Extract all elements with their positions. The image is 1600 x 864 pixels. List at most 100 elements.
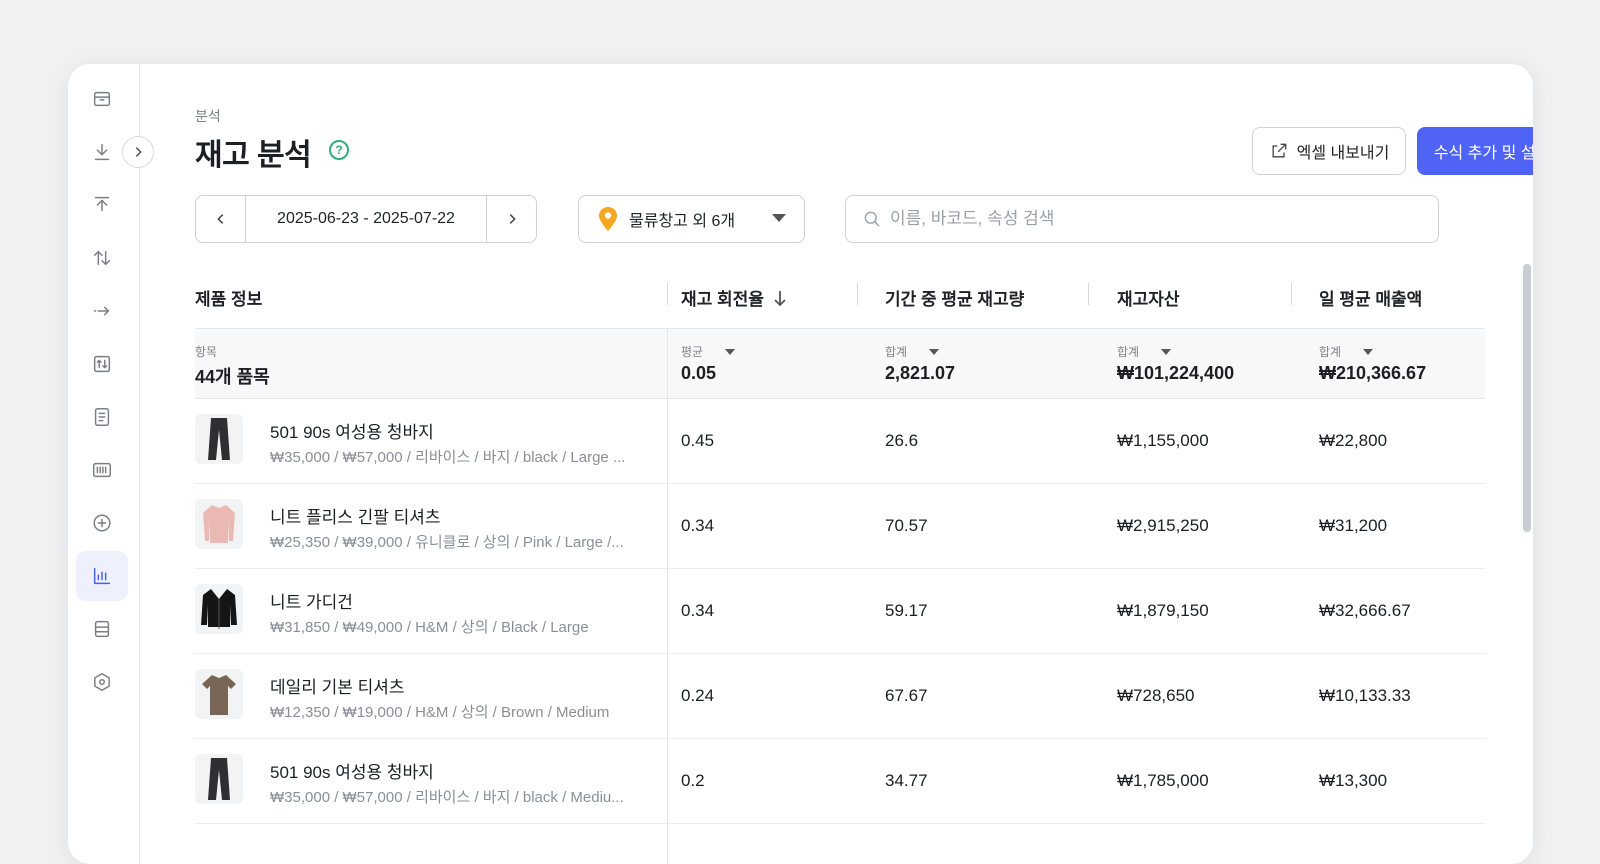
search-icon xyxy=(864,211,880,227)
add-formula-button[interactable]: 수식 추가 및 설정 xyxy=(1417,127,1533,175)
chevron-right-icon xyxy=(509,214,516,224)
daily-sales-cell: ₩22,800 xyxy=(1319,431,1388,450)
column-header-product[interactable]: 제품 정보 xyxy=(195,285,262,310)
column-header-label: 제품 정보 xyxy=(195,290,263,309)
product-thumbnail xyxy=(195,414,243,464)
aggregation-value: 0.05 xyxy=(681,363,717,383)
product-thumbnail xyxy=(195,499,243,549)
column-divider xyxy=(667,329,668,864)
table-row[interactable]: 501 90s 여성용 청바지 ₩35,000 / ₩57,000 / 리바이스… xyxy=(195,739,1485,824)
search-box xyxy=(845,195,1439,243)
table-row[interactable]: 데일리 기본 티셔츠 ₩12,350 / ₩19,000 / H&M / 상의 … xyxy=(195,654,1485,739)
column-header-label: 일 평균 매출액 xyxy=(1319,290,1423,309)
product-thumbnail xyxy=(195,669,243,719)
avg-stock-cell: 67.67 xyxy=(885,686,928,705)
location-pin-icon xyxy=(599,207,617,231)
inventory-box-icon xyxy=(93,91,111,107)
table-row[interactable]: 니트 플리스 긴팔 티셔츠 ₩25,350 / ₩39,000 / 유니클로 /… xyxy=(195,484,1485,569)
asset-cell: ₩2,915,250 xyxy=(1117,516,1209,535)
sidebar-item-transfer[interactable] xyxy=(76,233,128,283)
avg-stock-cell: 34.77 xyxy=(885,771,928,790)
aggregation-select[interactable]: 합계 xyxy=(885,343,940,360)
date-next-button[interactable] xyxy=(486,196,536,242)
aggregation-value: 2,821.07 xyxy=(885,363,956,383)
analytics-chart-icon xyxy=(93,567,111,585)
product-meta: ₩25,350 / ₩39,000 / 유니클로 / 상의 / Pink / L… xyxy=(270,534,624,551)
sidebar-item-barcode[interactable] xyxy=(76,445,128,495)
aggregation-value: ₩101,224,400 xyxy=(1117,363,1235,383)
aggregation-select[interactable]: 합계 xyxy=(1117,343,1172,360)
column-separator xyxy=(667,283,668,305)
aggregation-select[interactable]: 평균 xyxy=(681,343,736,360)
warehouse-select[interactable]: 물류창고 외 6개 xyxy=(578,195,805,243)
column-header-daily-sales[interactable]: 일 평균 매출액 xyxy=(1319,285,1422,310)
date-range-value[interactable]: 2025-06-23 - 2025-07-22 xyxy=(246,210,486,228)
avg-stock-cell: 70.57 xyxy=(885,516,928,535)
help-icon[interactable]: ? xyxy=(329,140,349,160)
inbound-icon xyxy=(94,143,110,161)
column-separator xyxy=(1291,283,1292,305)
product-thumbnail xyxy=(195,754,243,804)
column-header-avg-stock[interactable]: 기간 중 평균 재고량 xyxy=(885,285,1024,310)
product-meta: ₩35,000 / ₩57,000 / 리바이스 / 바지 / black / … xyxy=(270,789,624,806)
sidebar-item-database[interactable] xyxy=(76,604,128,654)
aggregation-select[interactable]: 합계 xyxy=(1319,343,1374,360)
sidebar-item-inbound[interactable] xyxy=(76,127,128,177)
column-header-label: 재고자산 xyxy=(1117,290,1180,309)
asset-cell: ₩728,650 xyxy=(1117,686,1195,705)
product-name[interactable]: 니트 가디건 xyxy=(270,588,353,613)
product-name[interactable]: 데일리 기본 티셔츠 xyxy=(270,673,405,698)
sidebar-item-inventory[interactable] xyxy=(76,74,128,124)
document-icon xyxy=(94,408,110,426)
column-header-asset[interactable]: 재고자산 xyxy=(1117,285,1180,310)
product-name[interactable]: 501 90s 여성용 청바지 xyxy=(270,758,434,783)
sidebar xyxy=(68,64,140,864)
outbound-icon xyxy=(94,196,110,212)
caret-down-icon xyxy=(725,348,736,355)
daily-sales-cell: ₩10,133.33 xyxy=(1319,686,1411,705)
search-input[interactable] xyxy=(890,209,1410,229)
product-thumbnail xyxy=(195,584,243,634)
daily-sales-cell: ₩32,666.67 xyxy=(1319,601,1411,620)
product-name[interactable]: 니트 플리스 긴팔 티셔츠 xyxy=(270,503,441,528)
turnover-cell: 0.34 xyxy=(681,516,715,535)
sidebar-item-outbound[interactable] xyxy=(76,180,128,230)
column-header-turnover[interactable]: 재고 회전율 xyxy=(681,285,788,310)
date-prev-button[interactable] xyxy=(196,196,246,242)
product-meta: ₩12,350 / ₩19,000 / H&M / 상의 / Brown / M… xyxy=(270,704,610,721)
sort-descending-icon[interactable] xyxy=(772,289,788,307)
sidebar-item-analytics[interactable] xyxy=(76,551,128,601)
summary-row: 항목 44개 품목 평균 0.05 합계 2,821.07 합계 ₩101,22… xyxy=(195,329,1485,399)
sidebar-item-adjust[interactable] xyxy=(76,339,128,389)
turnover-cell: 0.2 xyxy=(681,771,705,790)
sidebar-item-settings[interactable] xyxy=(76,657,128,707)
chevron-right-icon xyxy=(135,147,142,157)
sidebar-item-document[interactable] xyxy=(76,392,128,442)
main-content: 분석 재고 분석 ? 엑셀 내보내기 수식 추가 및 설정 2025-06-23… xyxy=(195,64,1533,864)
item-count-label: 항목 xyxy=(195,345,218,359)
aggregation-label: 합계 xyxy=(1117,345,1140,359)
settings-icon xyxy=(94,673,110,691)
table-row[interactable]: 니트 가디건 ₩31,850 / ₩49,000 / H&M / 상의 / Bl… xyxy=(195,569,1485,654)
product-meta: ₩35,000 / ₩57,000 / 리바이스 / 바지 / black / … xyxy=(270,449,626,466)
move-icon xyxy=(93,306,110,316)
table-row[interactable]: 501 90s 여성용 청바지 ₩35,000 / ₩57,000 / 리바이스… xyxy=(195,399,1485,484)
asset-cell: ₩1,879,150 xyxy=(1117,601,1209,620)
daily-sales-cell: ₩31,200 xyxy=(1319,516,1388,535)
sidebar-item-add[interactable] xyxy=(76,498,128,548)
sidebar-item-move[interactable] xyxy=(76,286,128,336)
export-excel-button[interactable]: 엑셀 내보내기 xyxy=(1252,127,1406,175)
database-icon xyxy=(94,620,110,638)
export-label: 엑셀 내보내기 xyxy=(1296,145,1390,162)
asset-cell: ₩1,785,000 xyxy=(1117,771,1209,790)
product-name[interactable]: 501 90s 여성용 청바지 xyxy=(270,418,434,443)
aggregation-label: 평균 xyxy=(681,345,704,359)
table-scrollbar[interactable] xyxy=(1523,264,1531,532)
breadcrumb: 분석 xyxy=(195,108,221,124)
column-separator xyxy=(1088,283,1089,305)
app-window: 분석 재고 분석 ? 엑셀 내보내기 수식 추가 및 설정 2025-06-23… xyxy=(68,64,1533,864)
warehouse-label: 물류창고 외 6개 xyxy=(629,213,736,230)
add-circle-icon xyxy=(93,514,111,532)
sidebar-expand-button[interactable] xyxy=(122,136,154,168)
adjust-icon xyxy=(93,355,111,373)
